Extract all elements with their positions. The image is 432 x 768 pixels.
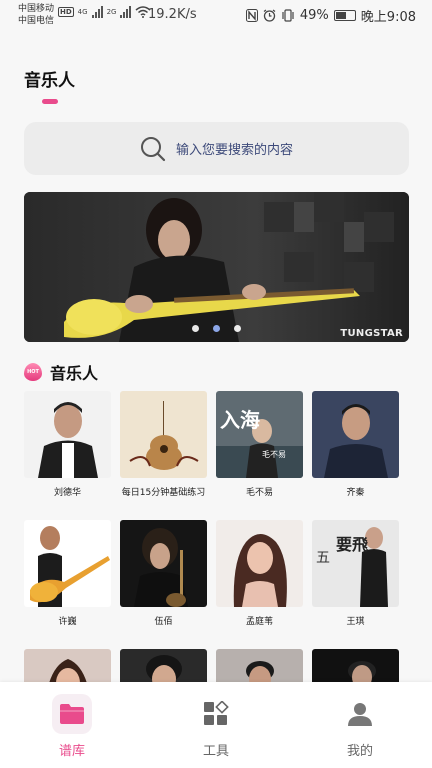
artist-thumbnail bbox=[120, 391, 207, 478]
search-placeholder: 输入您要搜索的内容 bbox=[175, 143, 293, 158]
net-speed: 19.2K/s bbox=[148, 7, 197, 22]
artist-thumbnail: 要飛五 bbox=[312, 520, 399, 607]
artist-card[interactable]: 要飛五 王琪 bbox=[312, 520, 399, 627]
artist-thumbnail bbox=[120, 520, 207, 607]
artist-thumbnail bbox=[24, 520, 111, 607]
tools-grid-icon bbox=[196, 694, 236, 734]
tab-profile[interactable]: 我的 bbox=[310, 682, 410, 768]
artist-name: 每日15分钟基础练习 bbox=[121, 488, 206, 498]
artist-thumbnail bbox=[312, 391, 399, 478]
section-title: 音乐人 bbox=[50, 364, 99, 383]
signal-icon bbox=[91, 6, 103, 18]
banner-image bbox=[24, 192, 409, 342]
banner-dot[interactable] bbox=[192, 325, 199, 332]
artist-thumbnail bbox=[216, 520, 303, 607]
status-bar: 中国移动 中国电信 HD 4G 2G 19.2K/s 49% 晚上9:08 bbox=[0, 0, 432, 32]
tab-label: 谱库 bbox=[58, 744, 85, 759]
carrier-2: 中国电信 bbox=[18, 16, 55, 26]
artist-thumbnail: 入海毛不易 bbox=[216, 391, 303, 478]
battery-icon bbox=[333, 10, 356, 21]
tab-label: 我的 bbox=[346, 744, 373, 759]
album-title-text: 要飛 bbox=[336, 535, 368, 554]
artist-card[interactable]: 每日15分钟基础练习 bbox=[120, 391, 207, 498]
album-title-text: 入海 bbox=[220, 408, 260, 432]
clock: 晚上9:08 bbox=[360, 10, 416, 25]
signal-indicators: HD 4G 2G bbox=[58, 6, 151, 18]
album-side-text: 五 bbox=[316, 550, 330, 566]
artist-name: 齐秦 bbox=[346, 488, 365, 498]
artist-card[interactable]: 伍佰 bbox=[120, 520, 207, 627]
folder-icon bbox=[52, 694, 92, 734]
album-artist-text: 毛不易 bbox=[262, 449, 286, 459]
page-title: 音乐人 bbox=[24, 71, 75, 91]
alarm-icon bbox=[263, 9, 276, 22]
artist-name: 伍佰 bbox=[154, 617, 173, 627]
carrier-info: 中国移动 中国电信 bbox=[18, 3, 54, 27]
artist-card[interactable]: 许巍 bbox=[24, 520, 111, 627]
tab-library[interactable]: 谱库 bbox=[22, 682, 122, 768]
artist-name: 毛不易 bbox=[245, 488, 273, 498]
section-header: HOT 音乐人 bbox=[24, 360, 98, 384]
tab-tools[interactable]: 工具 bbox=[166, 682, 266, 768]
artist-card[interactable]: 孟庭苇 bbox=[216, 520, 303, 627]
battery-percent: 49% bbox=[299, 8, 329, 23]
hot-badge: HOT bbox=[24, 363, 42, 381]
banner-dot-active[interactable] bbox=[213, 325, 220, 332]
artist-card[interactable]: 齐秦 bbox=[312, 391, 399, 498]
artist-name: 孟庭苇 bbox=[245, 617, 273, 627]
nfc-icon bbox=[245, 9, 258, 22]
artist-name: 许巍 bbox=[58, 617, 77, 627]
hd-badge: HD bbox=[58, 7, 74, 17]
bottom-tab-bar: 谱库 工具 我的 bbox=[0, 682, 432, 768]
page-header: 音乐人 bbox=[24, 66, 75, 104]
vibrate-icon bbox=[282, 9, 294, 22]
person-icon bbox=[340, 694, 380, 734]
artist-thumbnail bbox=[24, 391, 111, 478]
artist-name: 刘德华 bbox=[53, 488, 81, 498]
search-icon bbox=[140, 136, 166, 162]
net-2g-label: 2G bbox=[106, 8, 117, 16]
signal-icon-2 bbox=[120, 6, 132, 18]
banner-carousel[interactable]: TUNGSTAR bbox=[24, 192, 409, 342]
artist-name: 王琪 bbox=[346, 617, 365, 627]
artist-card[interactable]: 刘德华 bbox=[24, 391, 111, 498]
title-underline bbox=[42, 99, 58, 104]
status-right: 49% 晚上9:08 bbox=[245, 6, 416, 25]
carrier-1: 中国移动 bbox=[18, 4, 55, 14]
search-bar[interactable]: 输入您要搜索的内容 bbox=[24, 122, 409, 175]
tab-label: 工具 bbox=[202, 744, 229, 759]
artist-card[interactable]: 入海毛不易 毛不易 bbox=[216, 391, 303, 498]
banner-brand-label: TUNGSTAR bbox=[340, 328, 403, 339]
banner-dot[interactable] bbox=[234, 325, 241, 332]
net-4g-label: 4G bbox=[77, 8, 88, 16]
